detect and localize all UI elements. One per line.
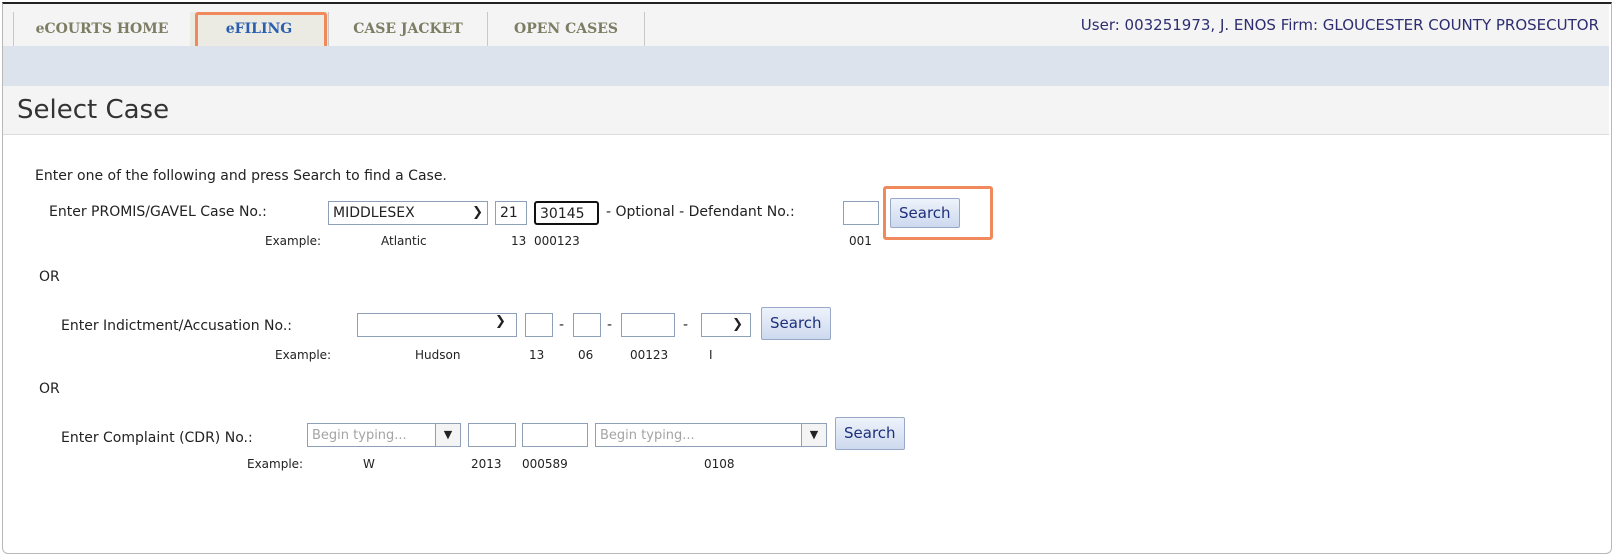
indictment-year-input[interactable] xyxy=(525,313,553,337)
chevron-down-icon: ❯ xyxy=(732,317,743,332)
complaint-year-input[interactable] xyxy=(468,423,516,447)
top-nav: eCOURTS HOME eFILING CASE JACKET OPEN CA… xyxy=(3,4,1609,46)
nav-band xyxy=(3,46,1609,86)
separator-dash: - xyxy=(559,317,565,333)
main-frame: eCOURTS HOME eFILING CASE JACKET OPEN CA… xyxy=(2,2,1612,554)
promis-year-input[interactable]: 21 xyxy=(495,201,527,225)
complaint-example-number: 000589 xyxy=(522,457,568,471)
title-bar: Select Case xyxy=(3,86,1609,135)
complaint-example-type: W xyxy=(363,457,375,471)
indictment-county-select[interactable] xyxy=(357,313,517,337)
complaint-code-combobox[interactable]: Begin typing... ▼ xyxy=(595,423,827,447)
or-separator-2: OR xyxy=(39,381,60,397)
complaint-label: Enter Complaint (CDR) No.: xyxy=(61,430,253,446)
complaint-example-code: 0108 xyxy=(704,457,735,471)
indictment-example-number: 00123 xyxy=(630,348,669,362)
or-separator-1: OR xyxy=(39,269,60,285)
indictment-example-month: 06 xyxy=(578,348,594,362)
indictment-month-input[interactable] xyxy=(573,313,601,337)
complaint-example-label: Example: xyxy=(247,457,304,471)
dropdown-arrow-icon[interactable]: ▼ xyxy=(801,424,826,446)
indictment-search-button[interactable]: Search xyxy=(761,307,831,340)
separator-dash: - xyxy=(607,317,613,333)
indictment-type-select[interactable]: ❯ xyxy=(701,313,751,337)
optional-defendant-label: - Optional - Defendant No.: xyxy=(606,204,795,220)
tab-efiling[interactable]: eFILING xyxy=(190,12,329,46)
promis-example-year: 13 xyxy=(511,234,527,248)
page-title: Select Case xyxy=(17,95,170,125)
promis-example-defendant: 001 xyxy=(849,234,872,248)
indictment-example-year: 13 xyxy=(529,348,545,362)
promis-example-county: Atlantic xyxy=(381,234,427,248)
promis-label: Enter PROMIS/GAVEL Case No.: xyxy=(49,204,267,220)
instructions-text: Enter one of the following and press Sea… xyxy=(35,168,447,184)
indictment-example-county: Hudson xyxy=(415,348,461,362)
complaint-code-placeholder: Begin typing... xyxy=(600,428,695,443)
tab-open-cases[interactable]: OPEN CASES xyxy=(488,12,645,46)
promis-example-number: 000123 xyxy=(534,234,580,248)
chevron-down-icon: ❯ xyxy=(495,314,506,329)
indictment-example-type: I xyxy=(709,348,713,362)
dropdown-arrow-icon[interactable]: ▼ xyxy=(435,424,460,446)
tab-case-jacket[interactable]: CASE JACKET xyxy=(329,12,488,46)
complaint-search-button[interactable]: Search xyxy=(835,417,905,450)
promis-county-select[interactable]: MIDDLESEX ❯ xyxy=(328,201,488,225)
complaint-type-placeholder: Begin typing... xyxy=(312,428,407,443)
indictment-example-label: Example: xyxy=(275,348,332,362)
promis-example-label: Example: xyxy=(265,234,322,248)
chevron-down-icon: ❯ xyxy=(472,205,483,220)
complaint-type-combobox[interactable]: Begin typing... ▼ xyxy=(307,423,461,447)
promis-number-input[interactable]: 30145 xyxy=(534,201,599,225)
separator-dash: - xyxy=(683,317,689,333)
indictment-number-input[interactable] xyxy=(621,313,675,337)
promis-search-button[interactable]: Search xyxy=(890,198,960,228)
complaint-example-year: 2013 xyxy=(471,457,502,471)
tab-ecourts-home[interactable]: eCOURTS HOME xyxy=(13,12,191,46)
complaint-number-input[interactable] xyxy=(522,423,588,447)
promis-county-value: MIDDLESEX xyxy=(333,205,415,221)
indictment-label: Enter Indictment/Accusation No.: xyxy=(61,318,293,334)
defendant-number-input[interactable] xyxy=(843,201,879,225)
user-info: User: 003251973, J. ENOS Firm: GLOUCESTE… xyxy=(1080,16,1599,34)
